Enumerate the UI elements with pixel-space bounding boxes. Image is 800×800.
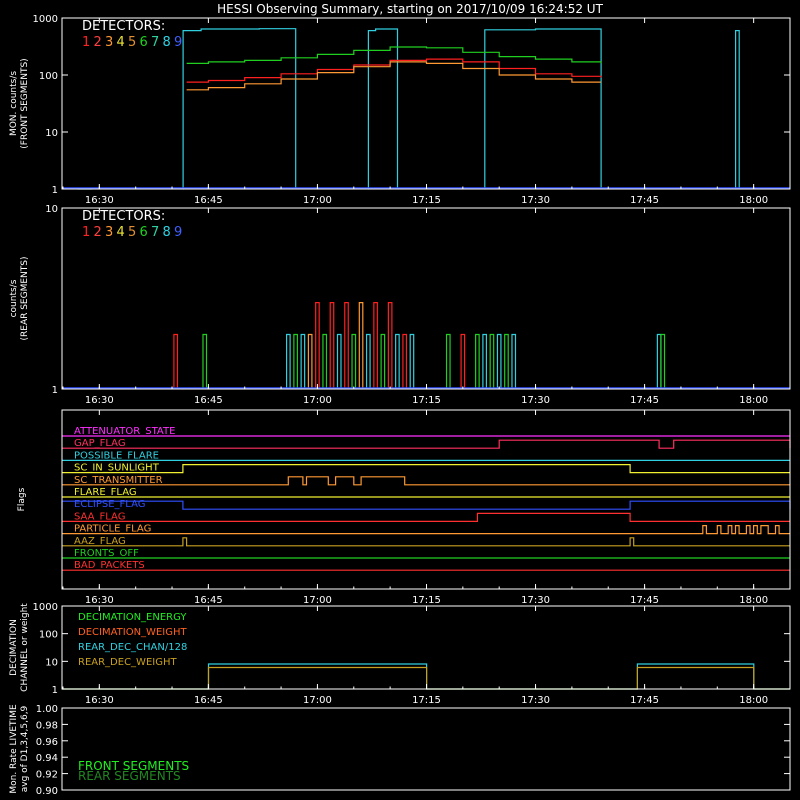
livetime-y-label: Mon. Rate LIVETIME (9, 704, 19, 794)
front-y-tick-label: 100 (39, 71, 58, 82)
flag-label: FLARE_FLAG (74, 487, 137, 498)
flags-y-label: Flags (17, 487, 27, 511)
decimation-legend-item: REAR_DEC_WEIGHT (78, 657, 177, 668)
rear-y-tick-label: 10 (45, 204, 58, 215)
flag-label: ATTENUATOR_STATE (74, 426, 175, 437)
decimation-legend-item: DECIMATION_WEIGHT (78, 627, 187, 638)
livetime-y-tick-label: 0.94 (36, 753, 58, 764)
front-y-tick-label: 1 (52, 185, 58, 196)
front-y-tick-label: 10 (45, 128, 58, 139)
livetime-y-tick-label: 0.96 (36, 737, 58, 748)
rear-legend-item: 8 (163, 225, 171, 240)
decimation-y-label: CHANNEL or weight (20, 603, 30, 692)
front-x-tick-label: 18:00 (739, 195, 768, 206)
livetime-y-tick-label: 0.90 (36, 786, 58, 797)
rear-legend-item: 1 (82, 225, 90, 240)
front-legend-item: 2 (94, 35, 102, 50)
livetime-y-label: avg of D1,3,4,5,6,9 (20, 705, 30, 792)
rear-legend-item: 3 (105, 225, 113, 240)
livetime-y-tick-label: 0.98 (36, 720, 58, 731)
decimation-y-label: DECIMATION (9, 619, 19, 676)
hessi-summary-chart: HESSI Observing Summary, starting on 201… (0, 0, 800, 800)
decimation-legend-item: DECIMATION_ENERGY (78, 612, 187, 623)
flags-x-tick-label: 17:30 (521, 595, 550, 606)
rear-legend-item: 2 (94, 225, 102, 240)
rear-x-tick-label: 17:30 (521, 395, 550, 406)
flags-x-tick-label: 18:00 (739, 595, 768, 606)
flag-label: PARTICLE_FLAG (74, 524, 151, 535)
flag-label: BAD_PACKETS (74, 560, 145, 571)
livetime-y-tick-label: 0.92 (36, 770, 58, 781)
front-x-tick-label: 16:45 (194, 195, 223, 206)
chart-title: HESSI Observing Summary, starting on 201… (217, 2, 603, 16)
front-y-label: MON. counts/s (9, 71, 19, 136)
rear-x-tick-label: 18:00 (739, 395, 768, 406)
flags-x-tick-label: 17:00 (303, 595, 332, 606)
rear-legend-title: DETECTORS: (82, 209, 165, 224)
rear-y-label: counts/s (9, 279, 19, 317)
chart-background (0, 0, 800, 800)
decimation-x-tick-label: 16:45 (194, 695, 223, 706)
flags-x-tick-label: 16:30 (85, 595, 114, 606)
decimation-x-tick-label: 16:30 (85, 695, 114, 706)
decimation-x-tick-label: 17:15 (412, 695, 441, 706)
front-y-label: (FRONT SEGMENTS) (20, 58, 30, 148)
front-legend-item: 4 (117, 35, 125, 50)
decimation-y-tick-label: 1 (52, 685, 58, 696)
front-x-tick-label: 17:30 (521, 195, 550, 206)
decimation-y-tick-label: 100 (39, 630, 58, 641)
rear-x-tick-label: 17:00 (303, 395, 332, 406)
decimation-legend-item: REAR_DEC_CHAN/128 (78, 642, 187, 653)
front-legend-item: 7 (151, 35, 159, 50)
rear-legend-item: 4 (117, 225, 125, 240)
flag-label: POSSIBLE_FLARE (74, 450, 159, 461)
flag-label: GAP_FLAG (74, 438, 126, 449)
rear-x-tick-label: 16:45 (194, 395, 223, 406)
front-legend-item: 3 (105, 35, 113, 50)
front-x-tick-label: 17:45 (630, 195, 659, 206)
flag-label: FRONTS_OFF (74, 548, 139, 559)
decimation-x-tick-label: 17:00 (303, 695, 332, 706)
rear-legend-item: 6 (140, 225, 148, 240)
rear-y-label: (REAR SEGMENTS) (20, 256, 30, 340)
flags-x-tick-label: 17:45 (630, 595, 659, 606)
decimation-x-tick-label: 17:45 (630, 695, 659, 706)
decimation-y-tick-label: 1000 (33, 602, 58, 613)
rear-legend-item: 9 (174, 225, 182, 240)
flag-label: SC_TRANSMITTER (74, 475, 163, 486)
flag-label: SAA_FLAG (74, 511, 125, 522)
flags-x-tick-label: 16:45 (194, 595, 223, 606)
decimation-x-tick-label: 18:00 (739, 695, 768, 706)
decimation-x-tick-label: 17:30 (521, 695, 550, 706)
rear-y-tick-label: 1 (52, 385, 58, 396)
flag-label: AAZ_FLAG (74, 536, 126, 547)
front-x-tick-label: 16:30 (85, 195, 114, 206)
front-legend-title: DETECTORS: (82, 19, 165, 34)
rear-legend-item: 7 (151, 225, 159, 240)
front-x-tick-label: 17:00 (303, 195, 332, 206)
livetime-legend-item: REAR SEGMENTS (78, 769, 181, 783)
rear-x-tick-label: 16:30 (85, 395, 114, 406)
decimation-y-tick-label: 10 (45, 657, 58, 668)
front-legend-item: 6 (140, 35, 148, 50)
front-legend-item: 9 (174, 35, 182, 50)
front-x-tick-label: 17:15 (412, 195, 441, 206)
rear-x-tick-label: 17:15 (412, 395, 441, 406)
flags-x-tick-label: 17:15 (412, 595, 441, 606)
rear-legend-item: 5 (128, 225, 136, 240)
front-legend-item: 8 (163, 35, 171, 50)
livetime-y-tick-label: 1.00 (36, 704, 58, 715)
front-legend-item: 1 (82, 35, 90, 50)
front-y-tick-label: 1000 (33, 14, 58, 25)
front-legend-item: 5 (128, 35, 136, 50)
flag-label: SC_IN_SUNLIGHT (74, 463, 160, 474)
rear-x-tick-label: 17:45 (630, 395, 659, 406)
